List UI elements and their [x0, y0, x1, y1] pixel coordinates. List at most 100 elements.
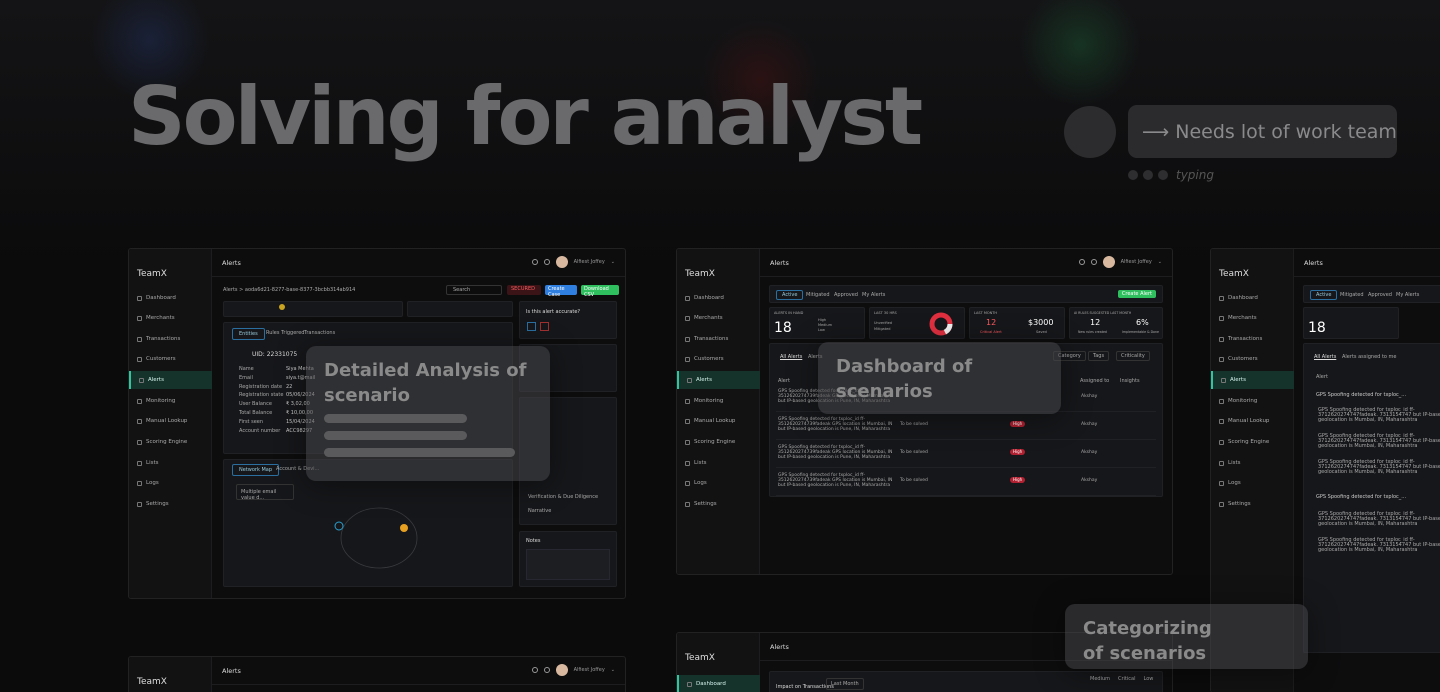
create-case-button[interactable]: Create Case [545, 285, 577, 298]
avatar[interactable] [555, 256, 568, 268]
col-assigned-to: Assigned to [1080, 378, 1110, 384]
impact-panel: Impact on Transactions Last Month Medium… [769, 671, 1163, 692]
nav-settings[interactable]: Settings [1211, 495, 1294, 513]
placeholder-bar [324, 414, 467, 423]
label-text: Categorizing of scenarios [1083, 618, 1212, 664]
tab-transactions[interactable]: Transactions [304, 330, 335, 336]
status-badge[interactable]: SECURED [507, 285, 541, 295]
table-row[interactable]: GPS Spoofing detected for txploc_id ff-3… [776, 414, 1156, 440]
nav-dashboard[interactable]: Dashboard [1211, 289, 1294, 307]
nav-dashboard[interactable]: Dashboard [129, 289, 212, 307]
nav-transactions[interactable]: Transactions [1211, 330, 1294, 348]
table-row[interactable]: GPS Spoofing detected for txploc_id ff-3… [776, 470, 1156, 496]
nav-customers[interactable]: Customers [1211, 350, 1294, 368]
thumbs-down-icon[interactable] [540, 322, 549, 331]
nav-logs[interactable]: Logs [129, 474, 212, 492]
nav-transactions[interactable]: Transactions [129, 330, 212, 348]
nav-monitoring[interactable]: Monitoring [677, 392, 760, 410]
nav-alerts[interactable]: Alerts [1211, 371, 1294, 389]
search-icon[interactable] [1078, 259, 1085, 265]
tab-mitigated[interactable]: Mitigated [1340, 292, 1364, 298]
bell-icon[interactable] [1090, 259, 1097, 265]
tab-network-map[interactable]: Network Map [232, 464, 280, 476]
nav-dashboard[interactable]: Dashboard [677, 675, 760, 692]
subtab-all-alerts[interactable]: All Alerts [780, 354, 802, 360]
nav-lists[interactable]: Lists [129, 454, 212, 472]
nav-settings[interactable]: Settings [129, 495, 212, 513]
checklist-due-diligence[interactable]: Verification & Due Diligence [528, 494, 598, 500]
period-dropdown[interactable]: Last Month [826, 678, 864, 690]
nav-customers[interactable]: Customers [129, 350, 212, 368]
breadcrumb[interactable]: Alerts > aoda6d21-8277-base-8377-3bcbb31… [223, 287, 355, 293]
list-item[interactable]: GPS Spoofing detected for txploc_id ff-3… [1318, 408, 1440, 423]
tab-approved[interactable]: Approved [834, 292, 858, 298]
avatar[interactable] [1102, 256, 1115, 268]
download-csv-button[interactable]: Download CSV [581, 285, 619, 298]
nav-logs[interactable]: Logs [677, 474, 760, 492]
nav-merchants[interactable]: Merchants [129, 309, 212, 327]
group-header[interactable]: GPS Spoofing detected for txploc_... [1316, 392, 1406, 398]
nav-monitoring[interactable]: Monitoring [129, 392, 212, 410]
tab-my-alerts[interactable]: My Alerts [862, 292, 885, 298]
stat-label: LAST MONTH [974, 311, 998, 315]
bell-icon[interactable] [543, 667, 550, 673]
gear-icon [1219, 501, 1224, 507]
tab-active[interactable]: Active [776, 290, 804, 300]
nav-transactions[interactable]: Transactions [677, 330, 760, 348]
tab-rules-triggered[interactable]: Rules Triggered [266, 330, 304, 336]
list-item[interactable]: GPS Spoofing detected for txploc_id ff-3… [1318, 538, 1440, 553]
gear-icon [137, 501, 142, 507]
tab-my-alerts[interactable]: My Alerts [1396, 292, 1419, 298]
stat-sub: New rules created [1078, 330, 1107, 334]
nav-scoring-engine[interactable]: Scoring Engine [1211, 433, 1294, 451]
nav-settings[interactable]: Settings [677, 495, 760, 513]
user-name: Alfiest Joffey [573, 259, 605, 265]
avatar[interactable] [555, 664, 568, 676]
tab-mitigated[interactable]: Mitigated [806, 292, 830, 298]
search-icon[interactable] [531, 259, 538, 265]
list-item[interactable]: GPS Spoofing detected for txploc_id ff-3… [1318, 434, 1440, 449]
nav-scoring-engine[interactable]: Scoring Engine [129, 433, 212, 451]
notes-textarea[interactable] [526, 549, 610, 580]
page-title: Alerts [770, 259, 789, 267]
thumbs-up-icon[interactable] [527, 322, 536, 331]
search-icon[interactable] [531, 667, 538, 673]
nav-manual-lookup[interactable]: Manual Lookup [677, 412, 760, 430]
nav-customers[interactable]: Customers [677, 350, 760, 368]
create-alert-button[interactable]: Create Alert [1117, 290, 1156, 298]
nav-manual-lookup[interactable]: Manual Lookup [1211, 412, 1294, 430]
nav-merchants[interactable]: Merchants [1211, 309, 1294, 327]
filter-tags[interactable]: Tags [1088, 351, 1110, 361]
filter-criticality[interactable]: Criticality [1116, 351, 1150, 361]
nav-manual-lookup[interactable]: Manual Lookup [129, 412, 212, 430]
nav-lists[interactable]: Lists [1211, 454, 1294, 472]
subtab-all-alerts[interactable]: All Alerts [1314, 354, 1336, 360]
group-header[interactable]: GPS Spoofing detected for txploc_... [1316, 494, 1406, 500]
subtab-assigned-to-me[interactable]: Alerts assigned to me [1342, 354, 1397, 360]
list-item[interactable]: GPS Spoofing detected for txploc_id ff-3… [1318, 460, 1440, 475]
list-item[interactable]: GPS Spoofing detected for txploc_id ff-3… [1318, 512, 1440, 527]
nav-merchants[interactable]: Merchants [677, 309, 760, 327]
table-row[interactable]: GPS Spoofing detected for txploc_id ff-3… [776, 442, 1156, 468]
nav-logs[interactable]: Logs [1211, 474, 1294, 492]
nav-monitoring[interactable]: Monitoring [1211, 392, 1294, 410]
search-input[interactable]: Search [446, 285, 502, 295]
chat-avatar-dot [1064, 106, 1116, 158]
nav-scoring-engine[interactable]: Scoring Engine [677, 433, 760, 451]
stat-alerts-in-hand: 18 [1303, 307, 1399, 339]
stat-label: ALERTS IN HAND [774, 311, 804, 315]
nav-lists[interactable]: Lists [677, 454, 760, 472]
tab-approved[interactable]: Approved [1368, 292, 1392, 298]
tab-entities[interactable]: Entities [232, 328, 265, 340]
transactions-icon [685, 336, 690, 342]
nav-alerts[interactable]: Alerts [677, 371, 760, 389]
checklist-narrative[interactable]: Narrative [528, 508, 551, 514]
tab-active[interactable]: Active [1310, 290, 1338, 300]
chevron-down-icon[interactable]: ⌄ [1158, 259, 1162, 265]
chevron-down-icon[interactable]: ⌄ [611, 667, 615, 673]
bell-icon[interactable] [543, 259, 550, 265]
nav-dashboard[interactable]: Dashboard [677, 289, 760, 307]
nav-alerts[interactable]: Alerts [129, 371, 212, 389]
network-filter-dropdown[interactable]: Multiple email value d... [236, 484, 294, 501]
chevron-down-icon[interactable]: ⌄ [611, 259, 615, 265]
